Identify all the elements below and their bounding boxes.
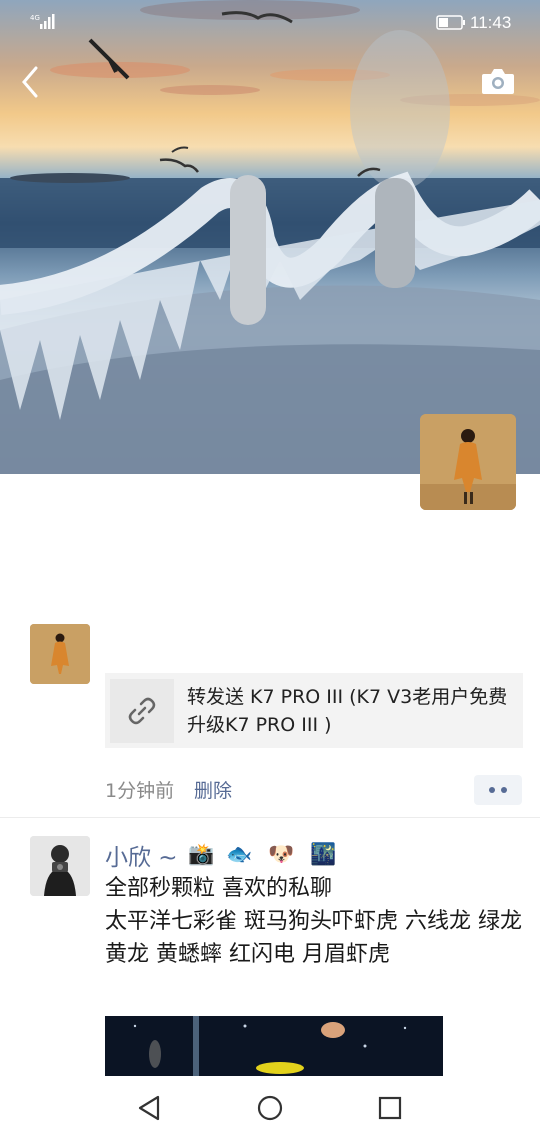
square-recents-icon xyxy=(378,1096,402,1120)
dot-icon xyxy=(501,787,507,793)
aquarium-image xyxy=(105,1016,443,1076)
woman-in-coat-image xyxy=(30,624,90,684)
cover-scene xyxy=(0,0,540,474)
post-text-line: 全部秒颗粒 喜欢的私聊 xyxy=(105,876,332,901)
nav-back-button[interactable] xyxy=(134,1092,166,1124)
night-city-emoji-icon: 🌃 xyxy=(310,842,337,866)
post-text-line: 太平洋七彩雀 斑马狗头吓虾虎 六线龙 绿龙 黄龙 黄蟋蟀 红闪电 月眉虾虎 xyxy=(105,909,522,967)
post-photo[interactable] xyxy=(105,1016,443,1076)
camera-button[interactable] xyxy=(480,66,516,96)
status-bar: 4G 11:43 xyxy=(0,0,540,44)
camera-emoji-icon: 📸 xyxy=(188,842,215,866)
link-title: 转发送 K7 PRO III (K7 V3老用户免费升级K7 PRO III ) xyxy=(187,686,508,736)
post-author-avatar[interactable] xyxy=(30,624,90,684)
triangle-back-icon xyxy=(138,1095,160,1121)
nav-home-button[interactable] xyxy=(254,1092,286,1124)
nav-recents-button[interactable] xyxy=(374,1092,406,1124)
post-body: 全部秒颗粒 喜欢的私聊 太平洋七彩雀 斑马狗头吓虾虎 六线龙 绿龙 黄龙 黄蟋蟀… xyxy=(105,872,525,971)
link-icon xyxy=(128,697,156,725)
more-options-button[interactable] xyxy=(474,775,522,805)
circle-home-icon xyxy=(257,1095,283,1121)
link-thumbnail xyxy=(110,679,174,743)
fish-emoji-icon: 🐟 xyxy=(226,842,253,866)
post-time: 1分钟前 xyxy=(105,780,175,802)
post-author-name[interactable]: 小欣 ~ xyxy=(105,838,178,872)
svg-text:4G: 4G xyxy=(30,14,40,22)
camera-icon xyxy=(482,69,514,94)
my-avatar[interactable] xyxy=(420,414,516,510)
delete-button[interactable]: 删除 xyxy=(194,776,232,803)
system-nav-bar xyxy=(0,1076,540,1140)
shared-link-card[interactable]: 转发送 K7 PRO III (K7 V3老用户免费升级K7 PRO III ) xyxy=(105,673,523,748)
back-button[interactable] xyxy=(14,62,50,102)
post-author-avatar[interactable] xyxy=(30,836,90,896)
chevron-left-icon xyxy=(22,66,38,98)
photographer-image xyxy=(30,836,90,896)
dot-icon xyxy=(489,787,495,793)
status-time: 11:43 xyxy=(470,13,512,32)
post-divider xyxy=(0,817,540,818)
cover-photo[interactable]: 4G 11:43 xyxy=(0,0,540,474)
woman-in-coat-image xyxy=(420,414,516,510)
dog-emoji-icon: 🐶 xyxy=(268,842,295,866)
